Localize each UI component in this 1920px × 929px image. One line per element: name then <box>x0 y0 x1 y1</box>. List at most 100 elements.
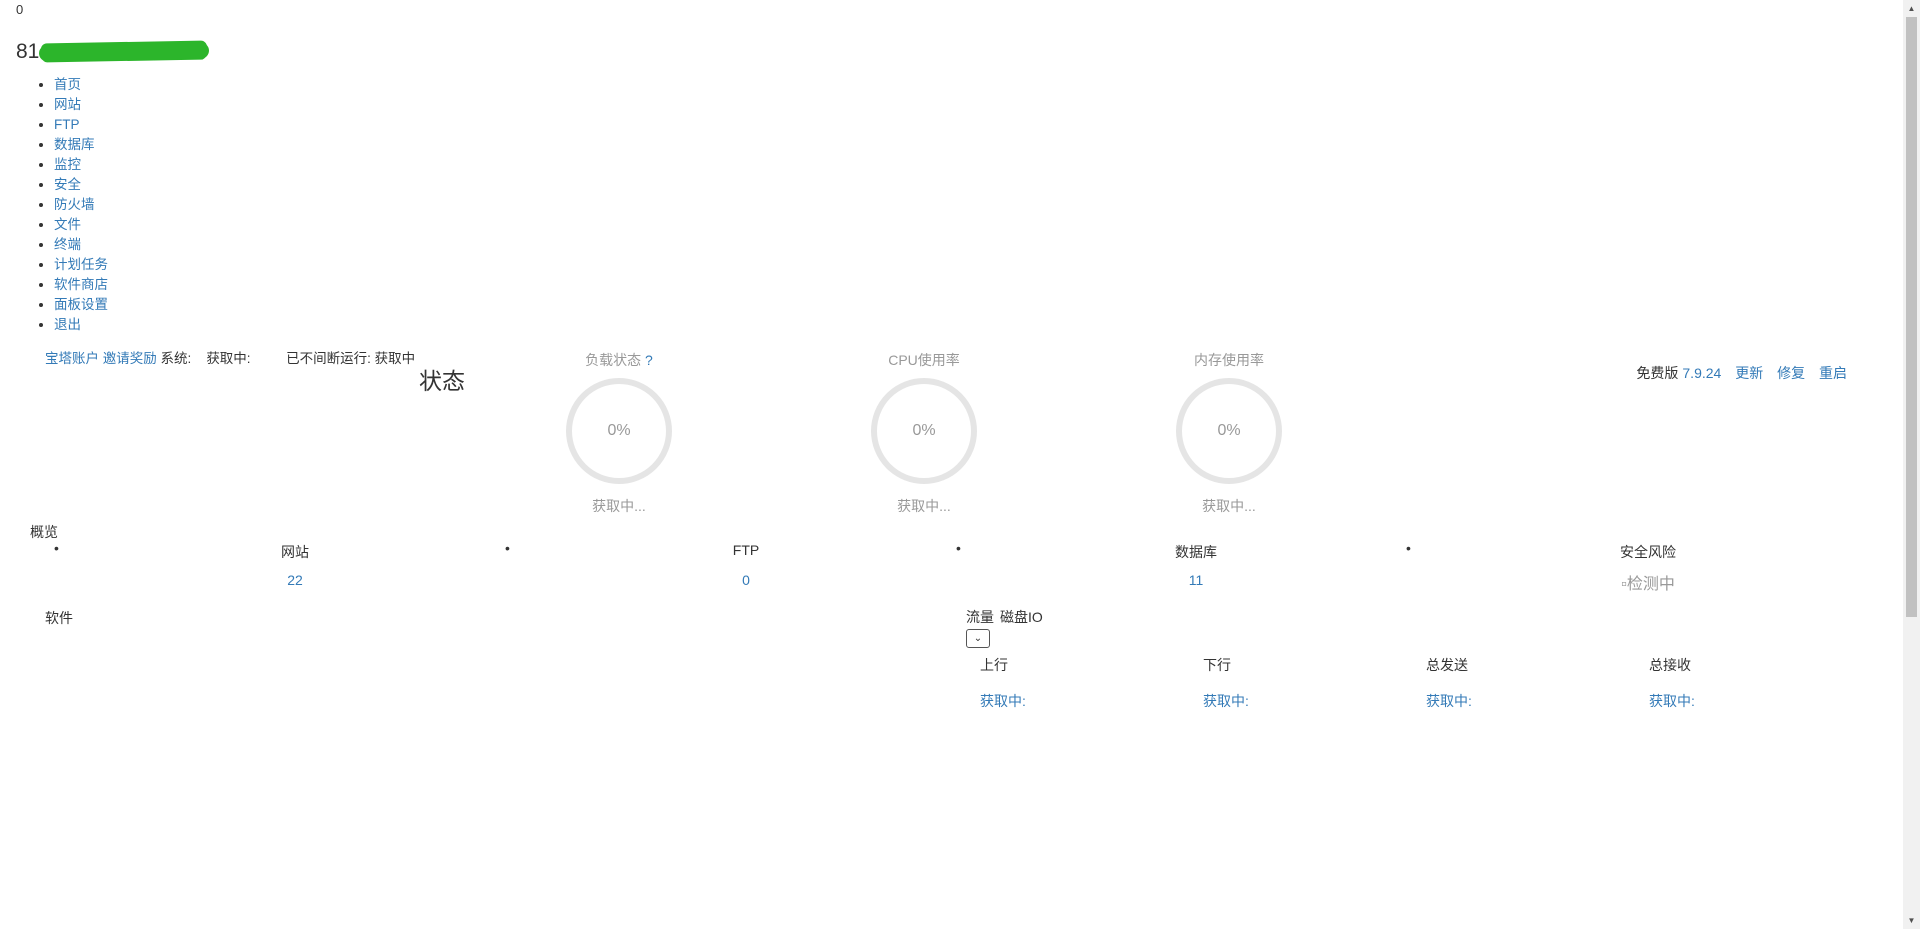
tab-disk-io[interactable]: 磁盘IO <box>1000 609 1043 625</box>
nav-item-store: 软件商店 <box>54 275 108 295</box>
traffic-col-upstream: 上行 获取中: <box>980 655 1180 711</box>
update-link[interactable]: 更新 <box>1735 365 1763 381</box>
overview-label-database: 数据库 <box>1175 544 1217 560</box>
memory-usage-gauge[interactable]: 内存使用率 0% 获取中... <box>1159 350 1299 516</box>
traffic-panel: 流量 磁盘IO ⌄ 上行 获取中: 下行 获取中: 总发送 获取中: 总接收 获取… <box>966 607 1695 709</box>
cpu-gauge-title: CPU使用率 <box>888 352 960 368</box>
tab-traffic[interactable]: 流量 <box>966 609 994 625</box>
memory-value: 0% <box>1217 422 1241 439</box>
overview-value-ftp[interactable]: 0 <box>646 572 846 588</box>
overview-value-database[interactable]: 11 <box>1096 572 1296 588</box>
traffic-value-downstream[interactable]: 获取中: <box>1203 691 1403 711</box>
load-sub: 获取中... <box>592 498 646 514</box>
edition-label: 免费版 <box>1636 365 1679 381</box>
traffic-value-total-sent[interactable]: 获取中: <box>1426 691 1626 711</box>
scrollbar-thumb[interactable] <box>1906 17 1917 617</box>
software-section-title: 软件 <box>45 610 73 626</box>
nav-item-monitor: 监控 <box>54 155 108 175</box>
nav-link-home[interactable]: 首页 <box>54 77 81 92</box>
traffic-col-downstream: 下行 获取中: <box>1203 655 1403 711</box>
load-ring: 0% <box>566 378 672 484</box>
nav-link-database[interactable]: 数据库 <box>54 137 95 152</box>
nav-link-logout[interactable]: 退出 <box>54 317 81 332</box>
traffic-col-total-sent: 总发送 获取中: <box>1426 655 1626 711</box>
traffic-head-downstream: 下行 <box>1203 657 1231 673</box>
overview-title: 概览 <box>30 524 58 540</box>
uptime-label: 已不间断运行: <box>286 351 371 366</box>
nav-link-files[interactable]: 文件 <box>54 217 81 232</box>
nav-item-database: 数据库 <box>54 135 108 155</box>
brand-prefix: 81 <box>16 40 40 63</box>
invite-reward-link[interactable]: 邀请奖励 <box>103 351 157 366</box>
nav-item-cron: 计划任务 <box>54 255 108 275</box>
chevron-down-icon: ⌄ <box>973 633 983 644</box>
bt-account-link[interactable]: 宝塔账户 <box>45 351 99 366</box>
nav-item-firewall: 防火墙 <box>54 195 108 215</box>
nav-link-settings[interactable]: 面板设置 <box>54 297 108 312</box>
overview-label-security-risk: 安全风险 <box>1620 544 1676 560</box>
nav-link-monitor[interactable]: 监控 <box>54 157 81 172</box>
vertical-scrollbar[interactable]: ▲ ▼ <box>1903 0 1920 929</box>
list-bullet: • <box>505 540 510 556</box>
overview-value-website[interactable]: 22 <box>195 572 395 588</box>
traffic-value-total-received[interactable]: 获取中: <box>1649 691 1849 711</box>
cpu-ring: 0% <box>871 378 977 484</box>
nav-link-cron[interactable]: 计划任务 <box>54 257 108 272</box>
traffic-head-upstream: 上行 <box>980 657 1008 673</box>
nav-link-terminal[interactable]: 终端 <box>54 237 81 252</box>
nav-item-website: 网站 <box>54 95 108 115</box>
redaction-scribble <box>39 42 210 62</box>
system-value: 获取中: <box>206 351 251 366</box>
traffic-tabs: 流量 磁盘IO <box>966 607 1049 627</box>
memory-sub: 获取中... <box>1202 498 1256 514</box>
load-help-icon[interactable]: ? <box>645 352 653 368</box>
overview-value-security-risk[interactable]: ▫检测中 <box>1548 570 1748 594</box>
nav-item-home: 首页 <box>54 75 108 95</box>
cpu-usage-gauge[interactable]: CPU使用率 0% 获取中... <box>854 350 994 516</box>
system-label: 系统: <box>160 351 192 366</box>
load-status-title: 负载状态 <box>585 352 642 368</box>
nav-link-website[interactable]: 网站 <box>54 97 81 112</box>
nav-item-security: 安全 <box>54 175 108 195</box>
nav-item-terminal: 终端 <box>54 235 108 255</box>
traffic-select[interactable]: ⌄ <box>966 629 990 648</box>
uptime-value: 获取中 <box>374 351 416 366</box>
repair-link[interactable]: 修复 <box>1777 365 1805 381</box>
nav-link-ftp[interactable]: FTP <box>54 117 80 132</box>
memory-gauge-title: 内存使用率 <box>1194 352 1264 368</box>
cpu-value: 0% <box>912 422 936 439</box>
load-status-gauge[interactable]: 负载状态 ? 0% 获取中... <box>549 350 689 516</box>
nav-link-firewall[interactable]: 防火墙 <box>54 197 95 212</box>
traffic-value-upstream[interactable]: 获取中: <box>980 691 1180 711</box>
overview-label-website: 网站 <box>281 544 309 560</box>
traffic-head-total-sent: 总发送 <box>1426 657 1468 673</box>
list-bullet: • <box>54 540 59 556</box>
traffic-head-total-received: 总接收 <box>1649 657 1691 673</box>
load-value: 0% <box>607 422 631 439</box>
overview-label-ftp: FTP <box>732 542 760 558</box>
list-bullet: • <box>1406 540 1411 556</box>
status-section-title: 状态 <box>419 368 465 394</box>
nav-item-settings: 面板设置 <box>54 295 108 315</box>
top-counter: 0 <box>16 2 24 17</box>
page: 0 81 首页 网站 FTP 数据库 监控 安全 防火墙 文件 终端 计划任务 … <box>0 0 1920 929</box>
nav-item-logout: 退出 <box>54 315 108 335</box>
gauge-title: 负载状态 ? <box>549 350 689 370</box>
account-info-row: 宝塔账户 邀请奖励 系统: 获取中: 已不间断运行: 获取中 <box>45 347 415 367</box>
nav-link-store[interactable]: 软件商店 <box>54 277 108 292</box>
memory-ring: 0% <box>1176 378 1282 484</box>
traffic-col-total-received: 总接收 获取中: <box>1649 655 1849 711</box>
server-brand: 81 <box>16 40 210 64</box>
sidebar-nav: 首页 网站 FTP 数据库 监控 安全 防火墙 文件 终端 计划任务 软件商店 … <box>34 75 108 335</box>
nav-item-files: 文件 <box>54 215 108 235</box>
cpu-sub: 获取中... <box>897 498 951 514</box>
list-bullet: • <box>956 540 961 556</box>
version-bar: 免费版 7.9.24 更新 修复 重启 <box>1636 363 1847 383</box>
version-number-link[interactable]: 7.9.24 <box>1682 365 1721 381</box>
nav-item-ftp: FTP <box>54 115 108 135</box>
security-risk-status: 检测中 <box>1626 576 1675 593</box>
scroll-down-icon[interactable]: ▼ <box>1903 912 1920 929</box>
restart-link[interactable]: 重启 <box>1819 365 1847 381</box>
nav-link-security[interactable]: 安全 <box>54 177 81 192</box>
scroll-up-icon[interactable]: ▲ <box>1903 0 1920 17</box>
